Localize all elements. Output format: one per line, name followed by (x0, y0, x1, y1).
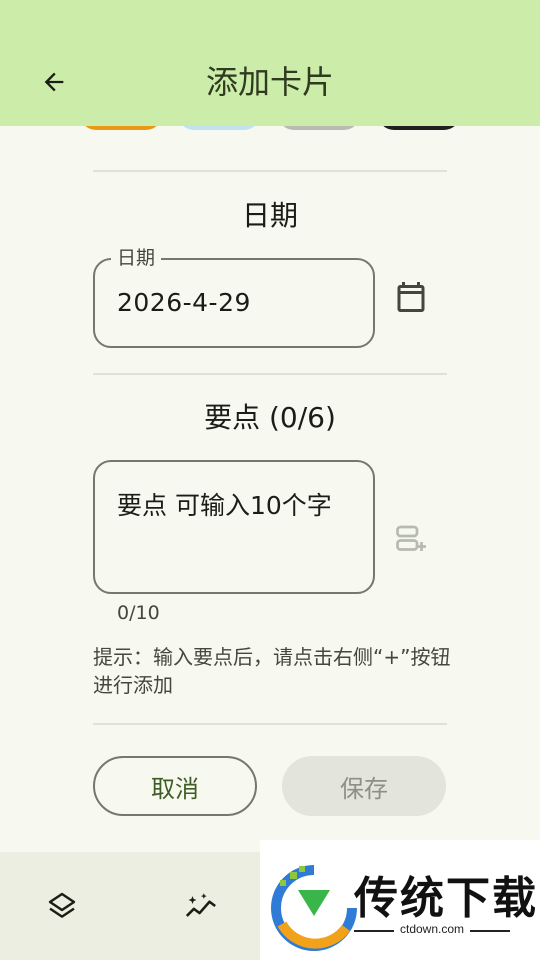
nav-layers-button[interactable] (38, 882, 86, 930)
points-input[interactable]: 要点 可输入10个字 (93, 460, 375, 594)
add-point-button[interactable] (391, 519, 431, 559)
watermark: 传统下载 ctdown.com (260, 840, 540, 960)
points-input-placeholder: 要点 可输入10个字 (117, 491, 332, 520)
cancel-button[interactable]: 取消 (93, 756, 257, 816)
sparkle-chart-icon (185, 893, 216, 917)
date-section-title: 日期 (241, 199, 298, 232)
divider (93, 373, 447, 375)
date-field[interactable]: 日期 2026-4-29 (93, 246, 375, 348)
watermark-rule-right (470, 930, 510, 932)
watermark-name: 传统下载 (354, 873, 538, 924)
page-title: 添加卡片 (205, 63, 334, 101)
nav-insights-button[interactable] (177, 882, 225, 930)
app-bar: 添加卡片 (0, 0, 540, 126)
playlist-add-icon (396, 525, 426, 551)
watermark-rule-left (354, 930, 394, 932)
date-field-value: 2026-4-29 (117, 288, 251, 317)
points-char-counter: 0/10 (117, 602, 160, 624)
divider (93, 170, 447, 172)
layers-icon (48, 892, 76, 918)
points-hint: 提示：输入要点后，请点击右侧“+”按钮进行添加 (93, 645, 451, 697)
points-section-title: 要点 (0/6) (204, 401, 336, 434)
watermark-url: ctdown.com (400, 922, 465, 936)
calendar-icon (397, 282, 425, 312)
watermark-logo-icon (271, 865, 357, 951)
save-button[interactable]: 保存 (282, 756, 446, 816)
date-field-label: 日期 (111, 246, 162, 270)
calendar-button[interactable] (391, 277, 431, 317)
divider (93, 723, 447, 725)
